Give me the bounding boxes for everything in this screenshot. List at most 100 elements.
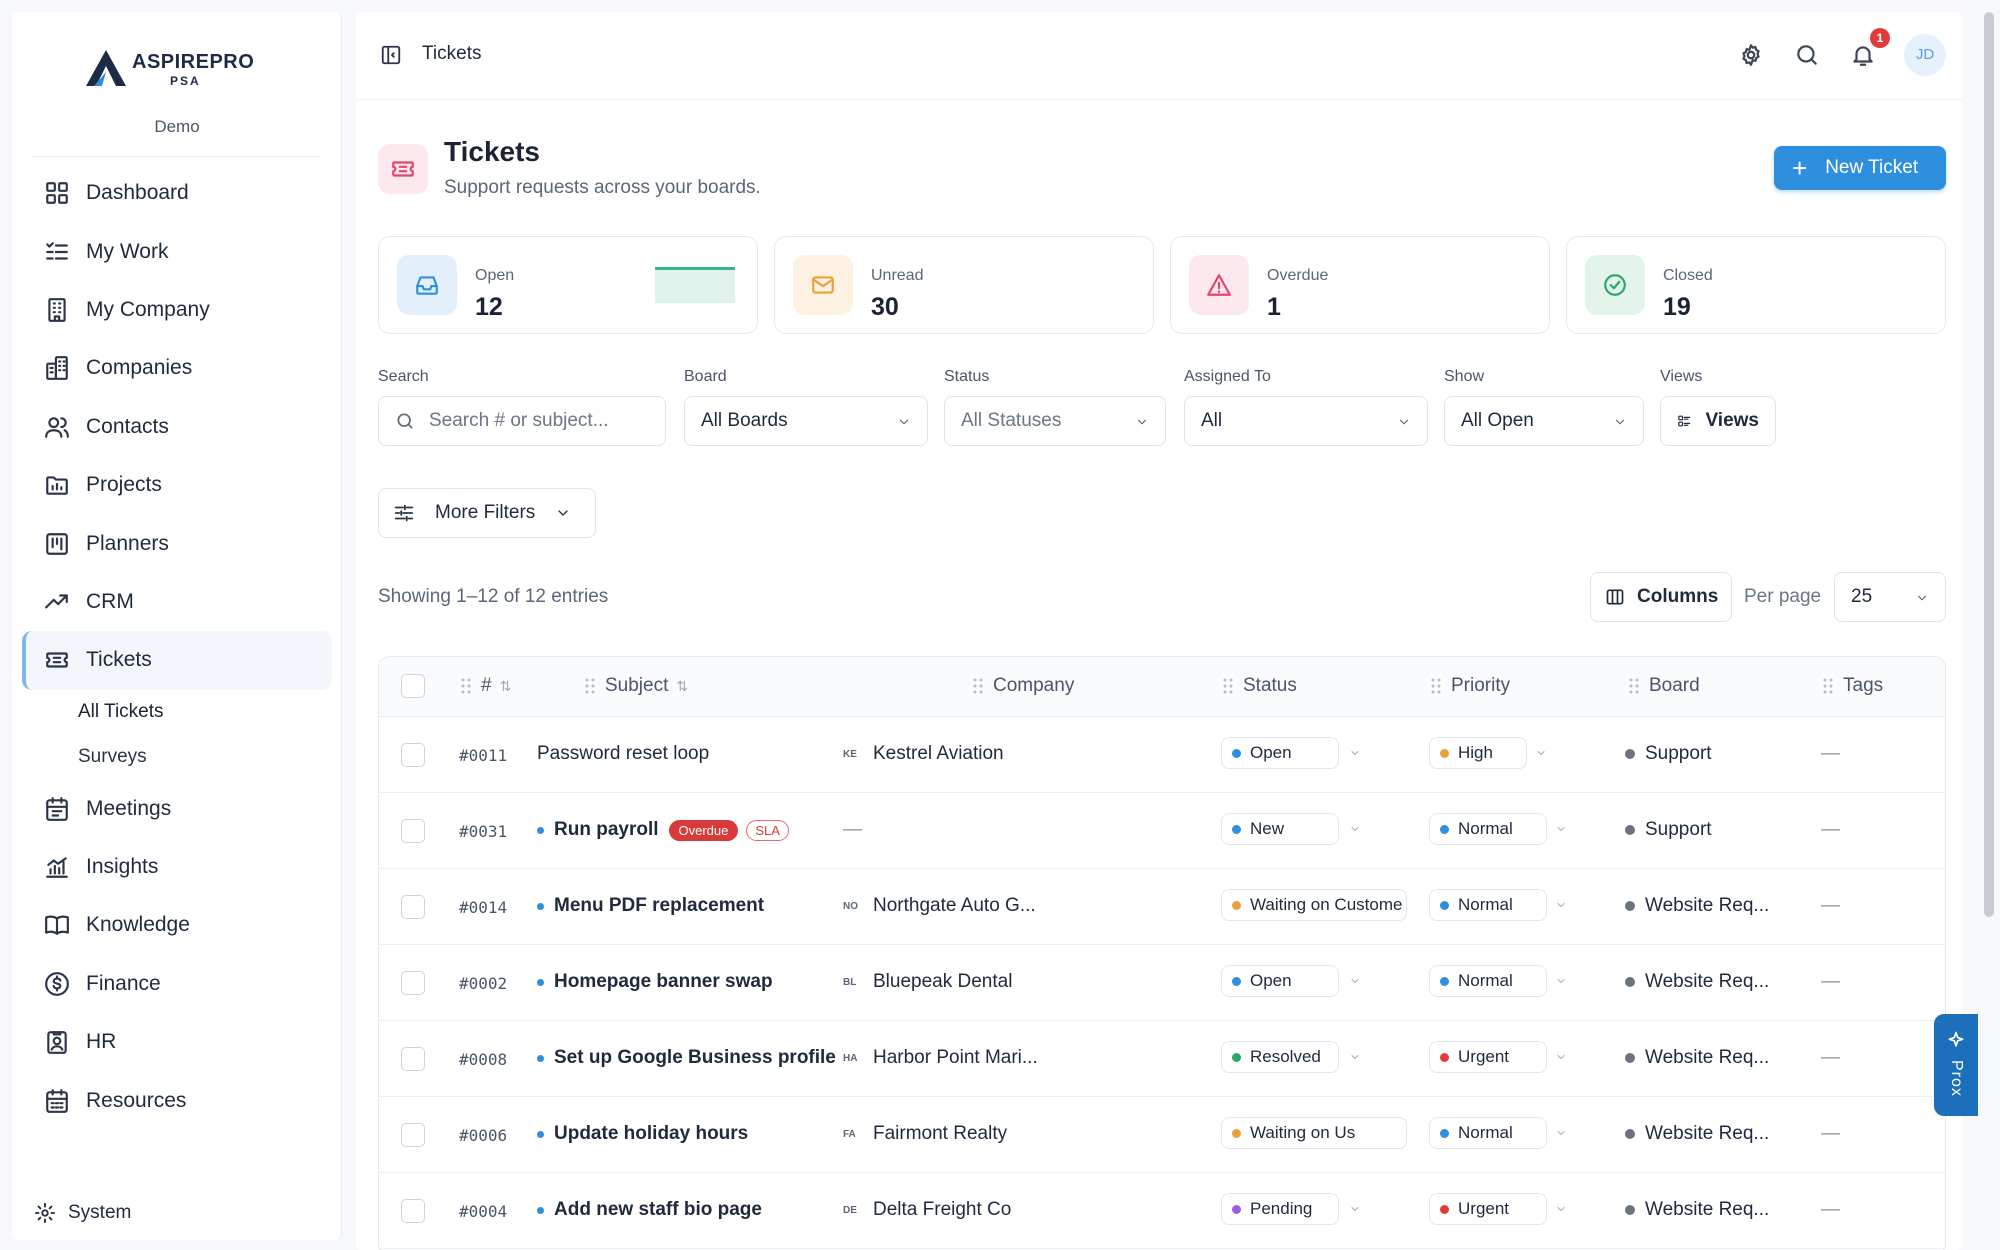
chevron-down-icon[interactable] — [1349, 975, 1361, 987]
row-checkbox[interactable] — [401, 895, 425, 919]
status-pill[interactable]: Open — [1221, 965, 1339, 997]
ticket-id[interactable]: #0014 — [459, 898, 507, 917]
priority-pill[interactable]: Normal — [1429, 965, 1547, 997]
columns-button[interactable]: Columns — [1590, 572, 1732, 622]
column-header-id[interactable]: # ⇅ — [461, 675, 511, 697]
row-checkbox[interactable] — [401, 743, 425, 767]
sort-icon[interactable]: ⇅ — [676, 678, 688, 695]
stat-card-open[interactable]: Open 12 — [378, 236, 758, 334]
status-pill[interactable]: New — [1221, 813, 1339, 845]
sidebar-item-contacts[interactable]: Contacts — [22, 398, 332, 456]
ticket-id[interactable]: #0008 — [459, 1050, 507, 1069]
bell-icon[interactable] — [1850, 42, 1876, 68]
priority-pill[interactable]: Normal — [1429, 889, 1547, 921]
sidebar-item-projects[interactable]: Projects — [22, 456, 332, 514]
brand-logo[interactable]: ASPIREPRO PSA — [70, 42, 310, 92]
sidebar-item-my-company[interactable]: My Company — [22, 281, 332, 339]
search-input[interactable]: Search # or subject... — [378, 396, 666, 446]
ticket-company[interactable]: NO Northgate Auto G... — [843, 895, 1036, 917]
sidebar-item-dashboard[interactable]: Dashboard — [22, 164, 332, 222]
more-filters-button[interactable]: More Filters — [378, 488, 596, 538]
sidebar-item-finance[interactable]: Finance — [22, 955, 332, 1013]
sidebar-item-insights[interactable]: Insights — [22, 838, 332, 896]
row-checkbox[interactable] — [401, 1123, 425, 1147]
views-button[interactable]: Views — [1660, 396, 1776, 446]
stat-card-overdue[interactable]: Overdue 1 — [1170, 236, 1550, 334]
drag-handle-icon[interactable] — [461, 677, 471, 695]
chevron-down-icon[interactable] — [1349, 823, 1361, 835]
select-all-checkbox[interactable] — [401, 674, 425, 698]
status-pill[interactable]: Waiting on Custome — [1221, 889, 1407, 921]
priority-pill[interactable]: Urgent — [1429, 1193, 1547, 1225]
sidebar-subitem-surveys[interactable]: Surveys — [22, 735, 332, 780]
ticket-id[interactable]: #0002 — [459, 974, 507, 993]
drag-handle-icon[interactable] — [1823, 677, 1833, 695]
sidebar-item-my-work[interactable]: My Work — [22, 222, 332, 280]
per-page-select[interactable]: 25 — [1834, 572, 1946, 622]
column-header-board[interactable]: Board — [1629, 675, 1700, 697]
ticket-id[interactable]: #0004 — [459, 1202, 507, 1221]
chevron-down-icon[interactable] — [1349, 1203, 1361, 1215]
status-pill[interactable]: Open — [1221, 737, 1339, 769]
ticket-company[interactable]: KE Kestrel Aviation — [843, 743, 1004, 765]
status-pill[interactable]: Pending — [1221, 1193, 1339, 1225]
chevron-down-icon[interactable] — [1349, 747, 1361, 759]
stat-card-closed[interactable]: Closed 19 — [1566, 236, 1946, 334]
table-row[interactable]: #0006 Update holiday hours FA Fairmont Real… — [379, 1097, 1945, 1173]
ticket-subject[interactable]: Set up Google Business profile — [537, 1047, 836, 1069]
ticket-subject[interactable]: Run payroll Overdue SLA — [537, 819, 789, 841]
table-row[interactable]: #0011 Password reset loop KE Kestrel Aviati… — [379, 717, 1945, 793]
column-header-company[interactable]: Company — [973, 675, 1074, 697]
show-select[interactable]: All Open — [1444, 396, 1644, 446]
ticket-id[interactable]: #0006 — [459, 1126, 507, 1145]
ticket-subject[interactable]: Password reset loop — [537, 743, 709, 765]
assigned-select[interactable]: All — [1184, 396, 1428, 446]
sort-icon[interactable]: ⇅ — [500, 678, 512, 695]
column-header-tags[interactable]: Tags — [1823, 675, 1883, 697]
sidebar-item-knowledge[interactable]: Knowledge — [22, 896, 332, 954]
settings-gear-icon[interactable] — [1738, 42, 1764, 68]
sidebar-item-companies[interactable]: Companies — [22, 339, 332, 397]
status-pill[interactable]: Resolved — [1221, 1041, 1339, 1073]
drag-handle-icon[interactable] — [1431, 677, 1441, 695]
sidebar-item-tickets[interactable]: Tickets — [22, 631, 332, 690]
priority-pill[interactable]: Normal — [1429, 813, 1547, 845]
chevron-down-icon[interactable] — [1555, 823, 1567, 835]
table-row[interactable]: #0002 Homepage banner swap BL Bluepeak Dent… — [379, 945, 1945, 1021]
chevron-down-icon[interactable] — [1349, 1051, 1361, 1063]
table-row[interactable]: #0008 Set up Google Business profile HA Har… — [379, 1021, 1945, 1097]
sidebar-toggle-icon[interactable] — [380, 44, 402, 66]
ticket-subject[interactable]: Add new staff bio page — [537, 1199, 762, 1221]
row-checkbox[interactable] — [401, 1047, 425, 1071]
table-row[interactable]: #0031 Run payroll Overdue SLA — New Normal Supp… — [379, 793, 1945, 869]
sidebar-item-hr[interactable]: HR — [22, 1013, 332, 1071]
priority-pill[interactable]: Normal — [1429, 1117, 1547, 1149]
priority-pill[interactable]: Urgent — [1429, 1041, 1547, 1073]
chevron-down-icon[interactable] — [1555, 1203, 1567, 1215]
column-header-priority[interactable]: Priority — [1431, 675, 1510, 697]
drag-handle-icon[interactable] — [1223, 677, 1233, 695]
status-pill[interactable]: Waiting on Us — [1221, 1117, 1407, 1149]
ticket-company[interactable]: FA Fairmont Realty — [843, 1123, 1007, 1145]
table-row[interactable]: #0004 Add new staff bio page DE Delta Freig… — [379, 1173, 1945, 1249]
sidebar-item-planners[interactable]: Planners — [22, 514, 332, 572]
row-checkbox[interactable] — [401, 819, 425, 843]
board-select[interactable]: All Boards — [684, 396, 928, 446]
column-header-status[interactable]: Status — [1223, 675, 1297, 697]
drag-handle-icon[interactable] — [585, 677, 595, 695]
column-header-subject[interactable]: Subject ⇅ — [585, 675, 688, 697]
page-scrollbar[interactable] — [1984, 12, 1994, 917]
chevron-down-icon[interactable] — [1555, 899, 1567, 911]
ticket-id[interactable]: #0011 — [459, 746, 507, 765]
status-select[interactable]: All Statuses — [944, 396, 1166, 446]
stat-card-unread[interactable]: Unread 30 — [774, 236, 1154, 334]
ticket-subject[interactable]: Menu PDF replacement — [537, 895, 764, 917]
priority-pill[interactable]: High — [1429, 737, 1527, 769]
row-checkbox[interactable] — [401, 1199, 425, 1223]
table-row[interactable]: #0014 Menu PDF replacement NO Northgate Aut… — [379, 869, 1945, 945]
chevron-down-icon[interactable] — [1555, 1051, 1567, 1063]
drag-handle-icon[interactable] — [1629, 677, 1639, 695]
ticket-company[interactable]: DE Delta Freight Co — [843, 1199, 1011, 1221]
chevron-down-icon[interactable] — [1555, 975, 1567, 987]
sidebar-item-meetings[interactable]: Meetings — [22, 780, 332, 838]
